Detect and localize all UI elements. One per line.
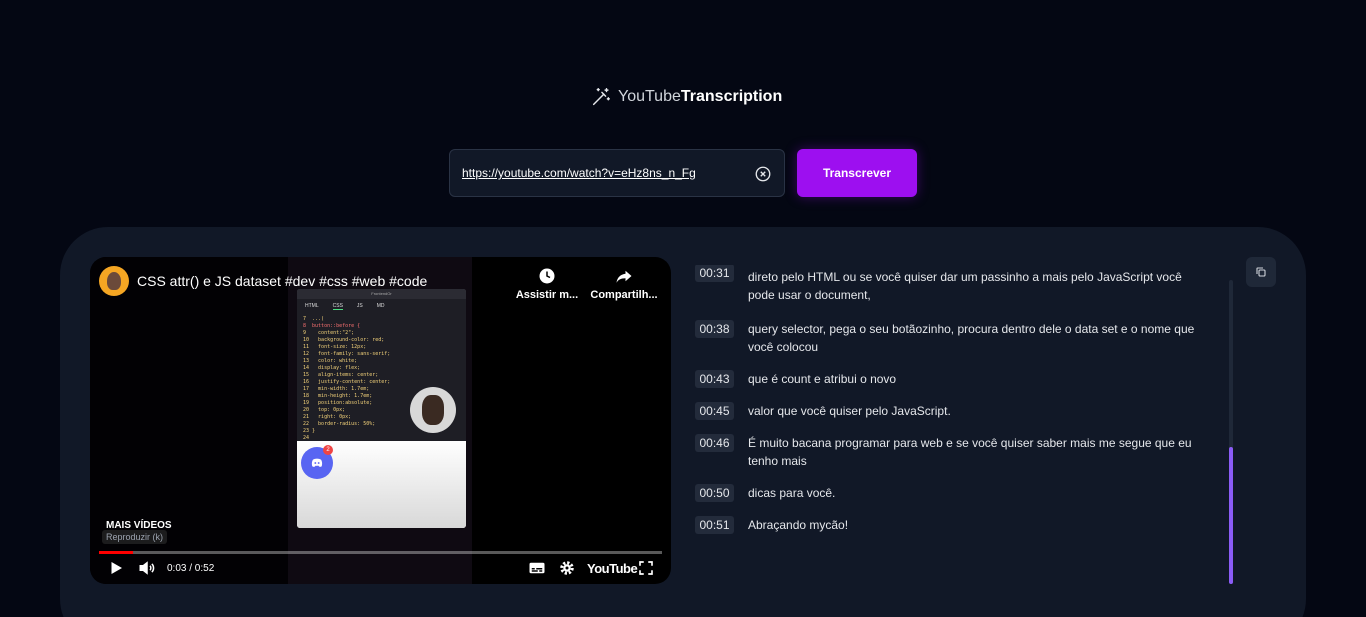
time-display: 0:03 / 0:52 [167,563,215,574]
code-line: 11 font-size: 12px; [303,344,367,350]
transcript-text: É muito bacana programar para web e se v… [748,436,1192,468]
play-tooltip: Reproduzir (k) [102,530,168,544]
play-button[interactable] [107,559,125,582]
share-button[interactable]: Compartilh... [584,267,664,301]
share-label: Compartilh... [590,289,658,301]
transcript-text: direto pelo HTML ou se você quiser dar u… [748,270,1182,302]
transcript-text: query selector, pega o seu botãozinho, p… [748,322,1195,354]
progress-bar[interactable] [99,551,662,554]
transcript-line[interactable]: 00:31 direto pelo HTML ou se você quiser… [692,265,1198,304]
code-tab: MD [376,303,385,309]
code-line: 15 align-items: center; [303,372,379,378]
code-line: 12 font-family: sans-serif; [303,351,391,357]
copy-icon [1256,267,1266,277]
share-icon [616,270,632,283]
transcript-text: que é count e atribui o novo [748,372,897,386]
subtitles-button[interactable] [528,559,546,582]
scrollbar-thumb[interactable] [1229,447,1233,584]
url-input[interactable] [462,166,742,180]
volume-button[interactable] [138,559,156,582]
timestamp-badge[interactable]: 00:46 [695,434,734,452]
transcribe-button[interactable]: Transcrever [797,149,917,197]
copy-button[interactable] [1246,257,1276,287]
subtitles-icon [529,562,545,574]
timestamp-badge[interactable]: 00:38 [695,320,734,338]
watch-later-label: Assistir m... [515,289,579,301]
url-field[interactable] [449,149,785,197]
code-line: 10 background-color: red; [303,337,385,343]
player-controls: 0:03 / 0:52 YouTube [90,559,671,579]
code-window-title: FrontendOr [297,289,466,299]
code-line: 9 content:"2"; [303,330,355,336]
code-line: 14 display: flex; [303,365,361,371]
transcript-line[interactable]: 00:50 dicas para você. [692,484,1198,502]
transcript-line[interactable]: 00:46 É muito bacana programar para web … [692,434,1198,470]
code-line: 7 ...( [303,316,325,322]
code-tab: JS [356,303,363,309]
volume-icon [139,561,155,575]
video-player[interactable]: FrontendOr HTML CSS JS MD 7 ...(8 button… [90,257,671,584]
transcript-scrollbar[interactable] [1229,280,1233,584]
transcript-line[interactable]: 00:38 query selector, pega o seu botãozi… [692,320,1198,356]
transcript-line[interactable]: 00:45 valor que você quiser pelo JavaScr… [692,402,1198,420]
circle-x-icon[interactable] [754,165,772,183]
app-logo: YouTubeTranscription [590,86,782,108]
timestamp-badge[interactable]: 00:51 [695,516,734,534]
transcript-list: 00:31 direto pelo HTML ou se você quiser… [692,265,1212,585]
play-icon [111,562,122,574]
youtube-logo[interactable]: YouTube [587,561,638,576]
progress-fill [99,551,133,554]
transcript-text: dicas para você. [748,486,836,500]
timestamp-badge[interactable]: 00:31 [695,265,734,282]
timestamp-badge[interactable]: 00:45 [695,402,734,420]
timestamp-badge[interactable]: 00:50 [695,484,734,502]
clock-icon [539,268,555,284]
code-tab: HTML [305,303,319,309]
transcript-line[interactable]: 00:51 Abraçando mycão! [692,516,1198,534]
gear-icon [560,561,574,575]
timestamp-badge[interactable]: 00:43 [695,370,734,388]
code-line: 13 color: white; [303,358,358,364]
code-tab-active: CSS [332,303,343,310]
presenter-avatar [410,387,456,433]
transcript-line[interactable]: 00:43 que é count e atribui o novo [692,370,1198,388]
notification-badge: 2 [323,445,333,455]
fullscreen-button[interactable] [637,559,655,582]
transcript-text: Abraçando mycão! [748,518,849,532]
code-line: 8 button::before { [303,323,361,329]
code-tabs: HTML CSS JS MD [297,299,466,314]
fullscreen-icon [639,561,653,575]
code-line: 16 justify-content: center; [303,379,391,385]
app-title: YouTubeTranscription [618,88,783,105]
watch-later-button[interactable]: Assistir m... [507,267,587,301]
transcript-text: valor que você quiser pelo JavaScript. [748,404,951,418]
magic-wand-icon [592,88,610,106]
video-title[interactable]: CSS attr() e JS dataset #dev #css #web #… [137,273,427,289]
code-editor-preview: FrontendOr HTML CSS JS MD 7 ...(8 button… [297,289,466,528]
settings-button[interactable] [558,559,576,582]
channel-avatar[interactable] [99,266,129,296]
